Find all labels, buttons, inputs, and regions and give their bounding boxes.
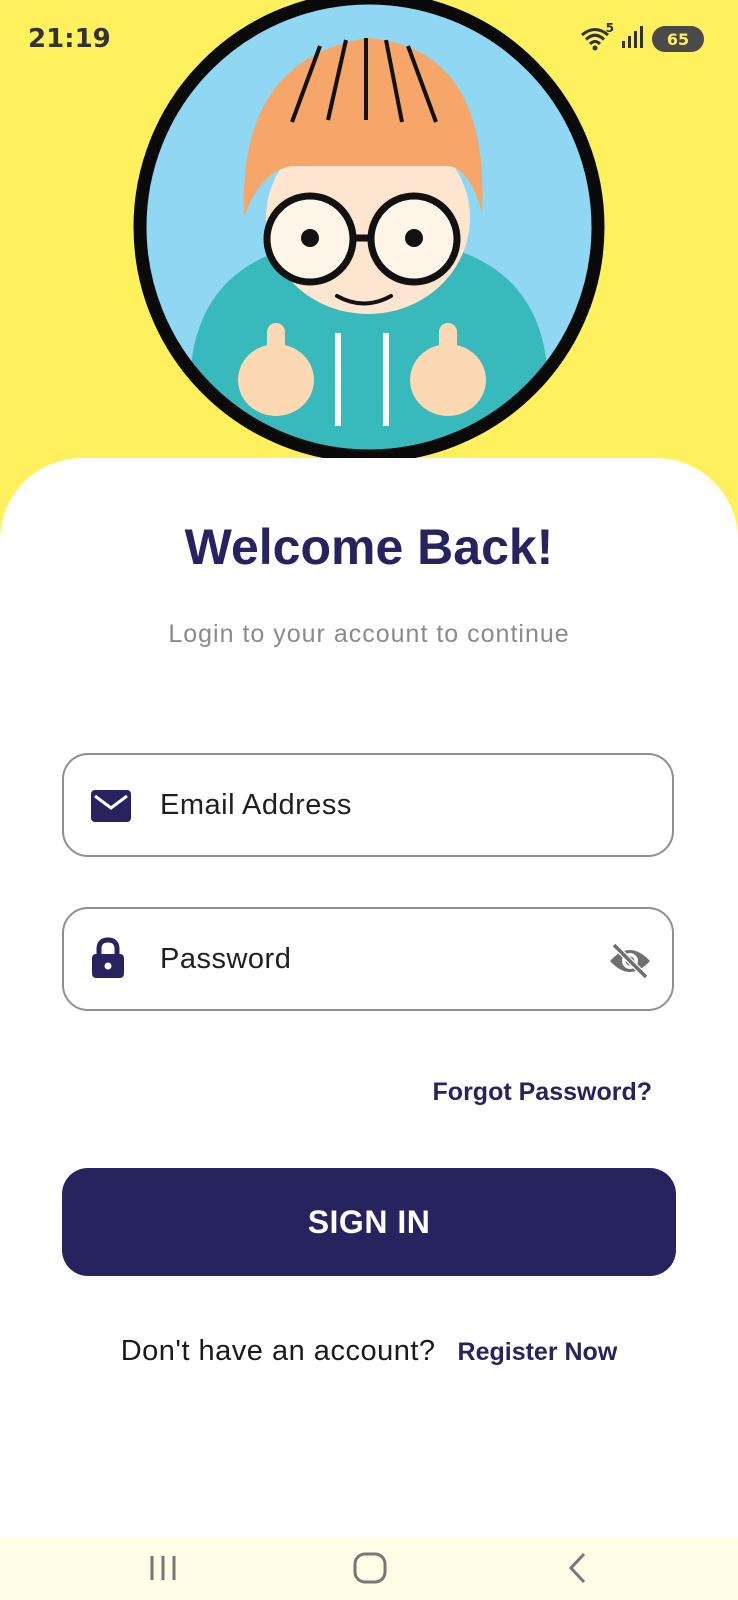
avatar-illustration (130, 0, 608, 466)
home-icon[interactable] (352, 1548, 388, 1593)
navigation-bar (0, 1538, 738, 1600)
status-time: 21:19 (28, 24, 111, 54)
page-subtitle: Login to your account to continue (168, 620, 570, 648)
mail-icon (90, 789, 132, 828)
password-input[interactable] (160, 931, 580, 987)
password-field[interactable] (62, 907, 674, 1011)
signal-icon (620, 24, 646, 55)
register-now-link[interactable]: Register Now (458, 1338, 618, 1367)
lock-icon (90, 937, 126, 984)
register-prompt: Don't have an account? (120, 1335, 436, 1367)
battery-icon: 65 (652, 26, 704, 52)
email-field[interactable] (62, 753, 674, 857)
sign-in-button[interactable]: SIGN IN (62, 1168, 676, 1276)
recents-icon[interactable] (148, 1548, 180, 1593)
email-input[interactable] (160, 777, 580, 833)
forgot-password-link[interactable]: Forgot Password? (433, 1078, 652, 1107)
register-row: Don't have an account? Register Now (0, 1335, 738, 1368)
page-title: Welcome Back! (184, 519, 554, 575)
eye-off-icon[interactable] (608, 942, 652, 984)
back-icon[interactable] (564, 1548, 592, 1593)
